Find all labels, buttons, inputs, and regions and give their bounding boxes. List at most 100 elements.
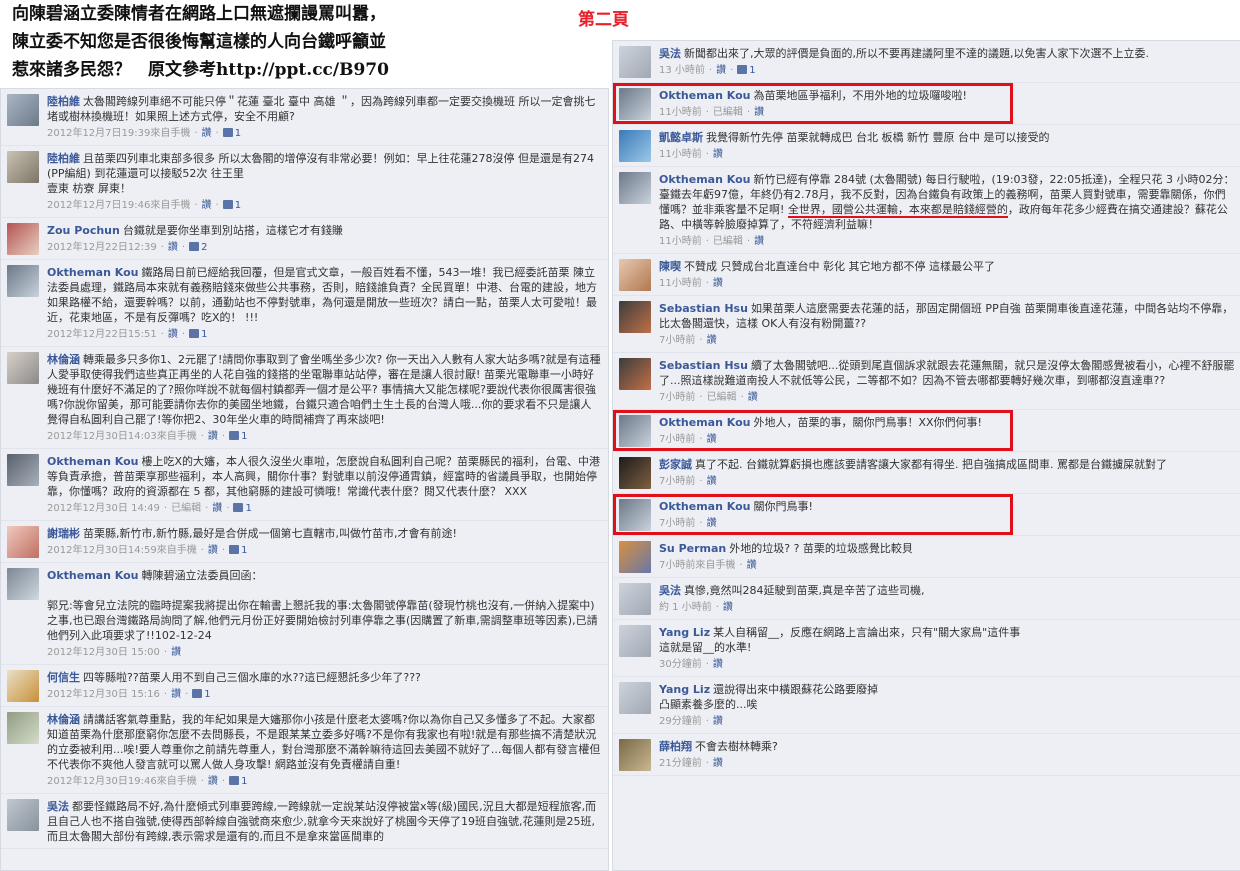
- avatar[interactable]: [619, 46, 651, 78]
- comment-timestamp[interactable]: 21分鐘前: [659, 758, 702, 769]
- edited-label[interactable]: 已編輯: [707, 392, 737, 403]
- like-button[interactable]: 讚: [208, 545, 218, 556]
- comment-author-link[interactable]: Oktheman Kou: [659, 173, 750, 186]
- edited-label[interactable]: 已編輯: [171, 503, 201, 514]
- like-button[interactable]: 讚: [168, 242, 178, 253]
- avatar[interactable]: [7, 352, 39, 384]
- comment-timestamp[interactable]: 2012年12月30日14:03來自手機: [47, 431, 197, 442]
- comment-timestamp[interactable]: 2012年12月22日15:51: [47, 329, 157, 340]
- avatar[interactable]: [7, 223, 39, 255]
- edited-label[interactable]: 已編輯: [713, 107, 743, 118]
- comment-author-link[interactable]: 凱懿卓斯: [659, 131, 703, 144]
- comment-author-link[interactable]: Zou Pochun: [47, 224, 120, 237]
- avatar[interactable]: [619, 301, 651, 333]
- like-count[interactable]: 1: [241, 431, 247, 442]
- comment-timestamp[interactable]: 13 小時前: [659, 65, 705, 76]
- comment-timestamp[interactable]: 11小時前: [659, 149, 702, 160]
- avatar[interactable]: [7, 526, 39, 558]
- like-count[interactable]: 1: [241, 545, 247, 556]
- like-button[interactable]: 讚: [747, 560, 757, 571]
- comment-author-link[interactable]: Oktheman Kou: [47, 455, 138, 468]
- avatar[interactable]: [7, 151, 39, 183]
- avatar[interactable]: [7, 454, 39, 486]
- comment-author-link[interactable]: 薛柏翔: [659, 740, 692, 753]
- like-button[interactable]: 讚: [723, 602, 733, 613]
- comment-timestamp[interactable]: 2012年12月7日19:46來自手機: [47, 200, 190, 211]
- comment-timestamp[interactable]: 11小時前: [659, 278, 702, 289]
- avatar[interactable]: [619, 583, 651, 615]
- comment-author-link[interactable]: 陸柏維: [47, 95, 80, 108]
- comment-timestamp[interactable]: 29分鐘前: [659, 716, 702, 727]
- avatar[interactable]: [619, 625, 651, 657]
- comment-author-link[interactable]: 林倫涵: [47, 713, 80, 726]
- like-button[interactable]: 讚: [713, 716, 723, 727]
- like-button[interactable]: 讚: [754, 107, 764, 118]
- comment-author-link[interactable]: Su Perman: [659, 542, 726, 555]
- comment-timestamp[interactable]: 2012年12月30日 15:00: [47, 647, 160, 658]
- avatar[interactable]: [619, 499, 651, 531]
- like-count[interactable]: 1: [204, 689, 210, 700]
- like-button[interactable]: 讚: [202, 128, 212, 139]
- comment-timestamp[interactable]: 2012年12月30日 14:49: [47, 503, 160, 514]
- comment-timestamp[interactable]: 2012年12月30日 15:16: [47, 689, 160, 700]
- comment-author-link[interactable]: Sebastian Hsu: [659, 302, 748, 315]
- comment-timestamp[interactable]: 7小時前來自手機: [659, 560, 735, 571]
- comment-author-link[interactable]: Oktheman Kou: [659, 89, 750, 102]
- avatar[interactable]: [619, 415, 651, 447]
- avatar[interactable]: [619, 541, 651, 573]
- avatar[interactable]: [619, 457, 651, 489]
- avatar[interactable]: [619, 682, 651, 714]
- comment-author-link[interactable]: 陳喫: [659, 260, 681, 273]
- comment-author-link[interactable]: 吳法: [659, 47, 681, 60]
- comment-author-link[interactable]: 何信生: [47, 671, 80, 684]
- like-count[interactable]: 1: [235, 128, 241, 139]
- like-button[interactable]: 讚: [713, 278, 723, 289]
- comment-timestamp[interactable]: 2012年12月30日14:59來自手機: [47, 545, 197, 556]
- comment-timestamp[interactable]: 7小時前: [659, 335, 695, 346]
- avatar[interactable]: [7, 799, 39, 831]
- comment-author-link[interactable]: 謝瑞彬: [47, 527, 80, 540]
- like-count[interactable]: 1: [201, 329, 207, 340]
- avatar[interactable]: [619, 739, 651, 771]
- like-button[interactable]: 讚: [168, 329, 178, 340]
- avatar[interactable]: [619, 172, 651, 204]
- like-count[interactable]: 1: [235, 200, 241, 211]
- like-button[interactable]: 讚: [713, 149, 723, 160]
- comment-timestamp[interactable]: 2012年12月22日12:39: [47, 242, 157, 253]
- like-button[interactable]: 讚: [208, 431, 218, 442]
- like-button[interactable]: 讚: [707, 434, 717, 445]
- like-button[interactable]: 讚: [212, 503, 222, 514]
- comment-timestamp[interactable]: 7小時前: [659, 476, 695, 487]
- comment-timestamp[interactable]: 約 1 小時前: [659, 602, 712, 613]
- like-count[interactable]: 1: [241, 776, 247, 787]
- like-button[interactable]: 讚: [748, 392, 758, 403]
- avatar[interactable]: [7, 670, 39, 702]
- avatar[interactable]: [619, 358, 651, 390]
- like-button[interactable]: 讚: [754, 236, 764, 247]
- comment-timestamp[interactable]: 2012年12月30日19:46來自手機: [47, 776, 197, 787]
- like-button[interactable]: 讚: [707, 335, 717, 346]
- edited-label[interactable]: 已編輯: [713, 236, 743, 247]
- like-count[interactable]: 1: [749, 65, 755, 76]
- comment-timestamp[interactable]: 7小時前: [659, 518, 695, 529]
- comment-author-link[interactable]: Yang Liz: [659, 683, 710, 696]
- comment-author-link[interactable]: Oktheman Kou: [47, 266, 138, 279]
- comment-author-link[interactable]: Oktheman Kou: [659, 416, 750, 429]
- comment-timestamp[interactable]: 30分鐘前: [659, 659, 702, 670]
- avatar[interactable]: [7, 94, 39, 126]
- avatar[interactable]: [619, 88, 651, 120]
- avatar[interactable]: [7, 568, 39, 600]
- like-count[interactable]: 2: [201, 242, 207, 253]
- comment-timestamp[interactable]: 11小時前: [659, 107, 702, 118]
- comment-author-link[interactable]: 林倫涵: [47, 353, 80, 366]
- comment-author-link[interactable]: 吳法: [47, 800, 69, 813]
- avatar[interactable]: [7, 712, 39, 744]
- like-button[interactable]: 讚: [713, 758, 723, 769]
- comment-author-link[interactable]: Yang Liz: [659, 626, 710, 639]
- comment-author-link[interactable]: 陸柏維: [47, 152, 80, 165]
- like-button[interactable]: 讚: [208, 776, 218, 787]
- comment-timestamp[interactable]: 7小時前: [659, 434, 695, 445]
- comment-author-link[interactable]: 吳法: [659, 584, 681, 597]
- comment-author-link[interactable]: Oktheman Kou: [47, 569, 138, 582]
- comment-timestamp[interactable]: 11小時前: [659, 236, 702, 247]
